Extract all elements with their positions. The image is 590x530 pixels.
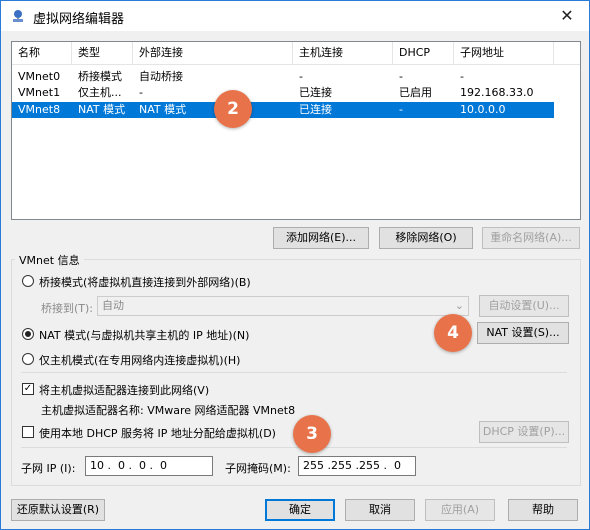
host-only-label[interactable]: 仅主机模式(在专用网络内连接虚拟机)(H) <box>39 352 240 368</box>
cell-name: VMnet8 <box>18 103 61 116</box>
annotation-badge-2: 2 <box>214 90 252 128</box>
title-bar: 虚拟网络编辑器 ✕ <box>1 1 589 31</box>
cell-dhcp: - <box>399 70 403 83</box>
cell-name: VMnet1 <box>18 86 61 99</box>
auto-settings-button[interactable]: 自动设置(U)... <box>479 295 569 317</box>
cell-dhcp: - <box>399 103 403 116</box>
cell-subnet: - <box>460 70 464 83</box>
close-icon[interactable]: ✕ <box>553 5 581 27</box>
table-row-selected[interactable]: VMnet8 NAT 模式 NAT 模式 已连接 - 10.0.0.0 <box>12 102 554 118</box>
help-button[interactable]: 帮助 <box>508 499 578 521</box>
subnet-mask-input[interactable]: 255 .255 .255 . 0 <box>298 456 416 476</box>
cell-host: 已连接 <box>299 103 332 116</box>
window-title: 虚拟网络编辑器 <box>33 12 125 27</box>
bridge-mode-radio[interactable] <box>22 275 34 287</box>
column-header-dhcp[interactable]: DHCP <box>393 42 454 64</box>
cell-host: - <box>299 70 303 83</box>
bridge-to-value: 自动 <box>102 299 124 312</box>
nat-mode-radio[interactable] <box>22 328 34 340</box>
subnet-mask-label: 子网掩码(M): <box>225 462 291 475</box>
table-row[interactable]: VMnet0 桥接模式 自动桥接 - - - <box>12 69 554 85</box>
column-header-name[interactable]: 名称 <box>12 42 72 64</box>
nat-mode-label[interactable]: NAT 模式(与虚拟机共享主机的 IP 地址)(N) <box>39 327 249 343</box>
cell-external: - <box>139 86 143 99</box>
cell-subnet: 192.168.33.0 <box>460 86 534 99</box>
column-header-type[interactable]: 类型 <box>72 42 133 64</box>
use-dhcp-checkbox[interactable] <box>22 426 34 438</box>
cell-type: 桥接模式 <box>78 70 122 83</box>
network-app-icon <box>13 10 23 22</box>
cell-external: 自动桥接 <box>139 70 183 83</box>
cell-subnet: 10.0.0.0 <box>460 103 506 116</box>
bridge-to-label: 桥接到(T): <box>41 302 94 315</box>
column-header-host[interactable]: 主机连接 <box>293 42 393 64</box>
cell-external: NAT 模式 <box>139 103 187 116</box>
ok-button[interactable]: 确定 <box>265 499 335 521</box>
vmnet-info-title: VMnet 信息 <box>15 252 84 268</box>
remove-network-button[interactable]: 移除网络(O) <box>379 227 473 249</box>
divider <box>21 447 567 448</box>
annotation-badge-4: 4 <box>434 314 472 352</box>
network-table[interactable]: 名称 类型 外部连接 主机连接 DHCP 子网地址 VMnet0 桥接模式 自动… <box>11 41 581 220</box>
restore-defaults-button[interactable]: 还原默认设置(R) <box>11 499 105 521</box>
bridge-to-select[interactable]: 自动 ⌄ <box>97 296 469 316</box>
cell-host: 已连接 <box>299 86 332 99</box>
cell-name: VMnet0 <box>18 70 61 83</box>
virtual-network-editor-window: 虚拟网络编辑器 ✕ 名称 类型 外部连接 主机连接 DHCP 子网地址 VMne… <box>0 0 590 530</box>
cell-type: NAT 模式 <box>78 103 126 116</box>
column-header-subnet[interactable]: 子网地址 <box>454 42 554 64</box>
annotation-badge-3: 3 <box>293 415 331 453</box>
divider <box>21 372 567 373</box>
subnet-ip-label: 子网 IP (I): <box>21 462 76 475</box>
column-header-external[interactable]: 外部连接 <box>133 42 293 64</box>
table-row[interactable]: VMnet1 仅主机... - 已连接 已启用 192.168.33.0 <box>12 85 554 101</box>
rename-network-button[interactable]: 重命名网络(A)... <box>482 227 580 249</box>
dhcp-settings-button[interactable]: DHCP 设置(P)... <box>479 421 569 443</box>
nat-settings-button[interactable]: NAT 设置(S)... <box>477 322 569 344</box>
add-network-button[interactable]: 添加网络(E)... <box>273 227 369 249</box>
bridge-mode-label[interactable]: 桥接模式(将虚拟机直接连接到外部网络)(B) <box>39 274 251 290</box>
apply-button[interactable]: 应用(A) <box>425 499 495 521</box>
adapter-name-text: 主机虚拟适配器名称: VMware 网络适配器 VMnet8 <box>41 404 296 417</box>
connect-adapter-checkbox[interactable]: ✓ <box>22 383 34 395</box>
cancel-button[interactable]: 取消 <box>345 499 415 521</box>
table-header: 名称 类型 外部连接 主机连接 DHCP 子网地址 <box>12 42 580 65</box>
connect-adapter-label[interactable]: 将主机虚拟适配器连接到此网络(V) <box>39 382 209 398</box>
cell-dhcp: 已启用 <box>399 86 432 99</box>
chevron-down-icon: ⌄ <box>454 299 464 312</box>
use-dhcp-label[interactable]: 使用本地 DHCP 服务将 IP 地址分配给虚拟机(D) <box>39 425 276 441</box>
cell-type: 仅主机... <box>78 86 122 99</box>
subnet-ip-input[interactable]: 10 . 0 . 0 . 0 <box>85 456 213 476</box>
host-only-radio[interactable] <box>22 353 34 365</box>
